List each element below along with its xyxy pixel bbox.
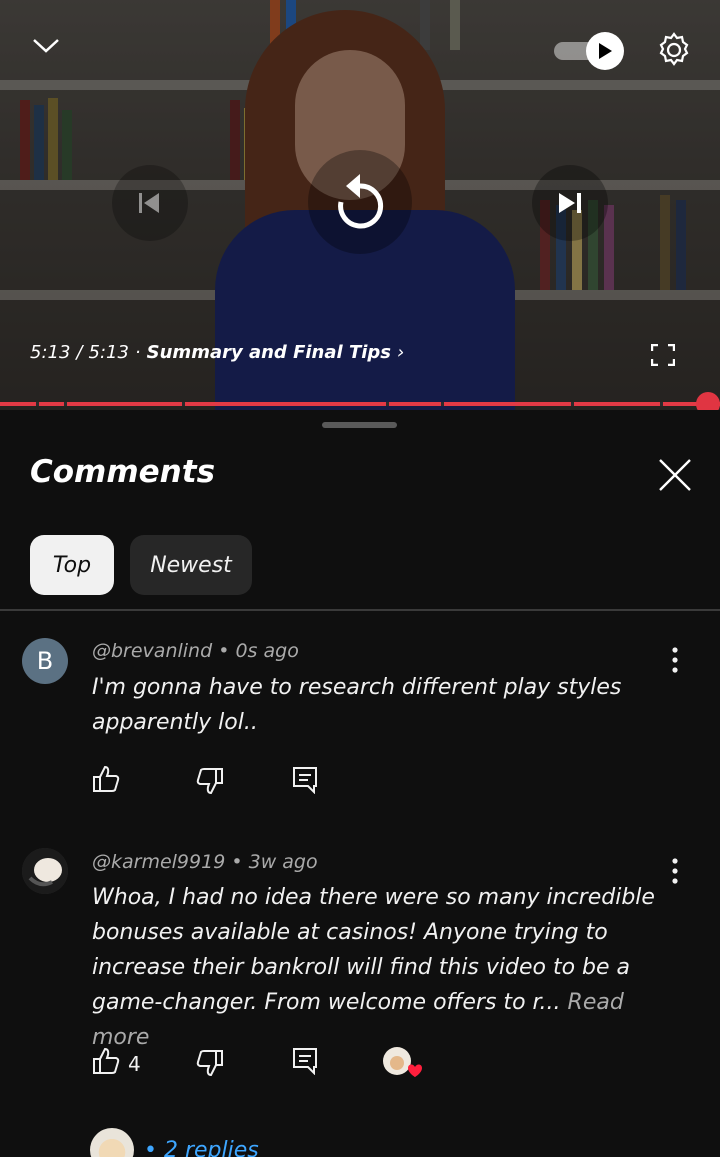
- reply-button[interactable]: [292, 1047, 318, 1080]
- like-button[interactable]: [92, 765, 120, 798]
- fullscreen-icon[interactable]: [650, 343, 676, 367]
- comment-meta: @karmel9919 • 3w ago: [92, 851, 318, 873]
- more-options-icon[interactable]: [664, 645, 686, 675]
- next-icon[interactable]: [532, 165, 608, 241]
- previous-icon[interactable]: [112, 165, 188, 241]
- comments-sheet: Comments Top Newest B @brevanlind • 0s a…: [0, 410, 720, 1157]
- replies-count[interactable]: • 2 replies: [144, 1138, 259, 1157]
- chip-top[interactable]: Top: [30, 535, 114, 595]
- comment-age: 0s ago: [235, 640, 299, 662]
- duration: 5:13: [88, 342, 129, 363]
- chapter-arrow-icon[interactable]: ›: [397, 342, 404, 363]
- meta-dot: •: [218, 640, 230, 662]
- comments-title: Comments: [30, 454, 216, 490]
- replies-toggle[interactable]: • 2 replies: [90, 1128, 259, 1157]
- comment-author[interactable]: @karmel9919: [92, 851, 225, 873]
- time-display: 5:13 / 5:13 · Summary and Final Tips ›: [30, 342, 404, 363]
- comment-text[interactable]: I'm gonna have to research different pla…: [92, 670, 672, 740]
- like-button[interactable]: 4: [92, 1047, 141, 1080]
- thumbs-up-icon: [92, 765, 120, 798]
- autoplay-toggle[interactable]: [554, 32, 624, 70]
- comment-text[interactable]: Whoa, I had no idea there were so many i…: [92, 880, 672, 1055]
- divider: [0, 609, 720, 611]
- reply-icon: [292, 766, 318, 799]
- thumbs-down-icon: [196, 1049, 224, 1082]
- progress-bar[interactable]: [0, 402, 720, 406]
- dislike-button[interactable]: [196, 1049, 224, 1082]
- thumbs-up-icon: [92, 1047, 120, 1080]
- close-icon[interactable]: [655, 455, 695, 495]
- reply-button[interactable]: [292, 766, 318, 799]
- thumbs-down-icon: [196, 767, 224, 800]
- avatar[interactable]: [22, 848, 68, 894]
- comment-author[interactable]: @brevanlind: [92, 640, 212, 662]
- time-separator: /: [76, 342, 83, 363]
- chevron-down-icon[interactable]: [26, 26, 66, 66]
- avatar[interactable]: B: [22, 638, 68, 684]
- bullet: ·: [134, 342, 141, 363]
- chapter-title[interactable]: Summary and Final Tips: [147, 342, 391, 363]
- video-player[interactable]: 5:13 / 5:13 · Summary and Final Tips ›: [0, 0, 720, 410]
- replay-icon[interactable]: [308, 150, 412, 254]
- current-time: 5:13: [30, 342, 71, 363]
- play-icon: [586, 32, 624, 70]
- comment-age: 3w ago: [248, 851, 318, 873]
- creator-heart-icon: [382, 1046, 422, 1082]
- dislike-button[interactable]: [196, 767, 224, 800]
- more-options-icon[interactable]: [664, 856, 686, 886]
- comment-meta: @brevanlind • 0s ago: [92, 640, 299, 662]
- chip-newest[interactable]: Newest: [130, 535, 252, 595]
- reply-icon: [292, 1047, 318, 1080]
- reply-avatar: [90, 1128, 134, 1157]
- like-count: 4: [128, 1051, 141, 1076]
- meta-dot: •: [231, 851, 243, 873]
- gear-icon[interactable]: [652, 28, 696, 72]
- drag-handle[interactable]: [322, 422, 397, 428]
